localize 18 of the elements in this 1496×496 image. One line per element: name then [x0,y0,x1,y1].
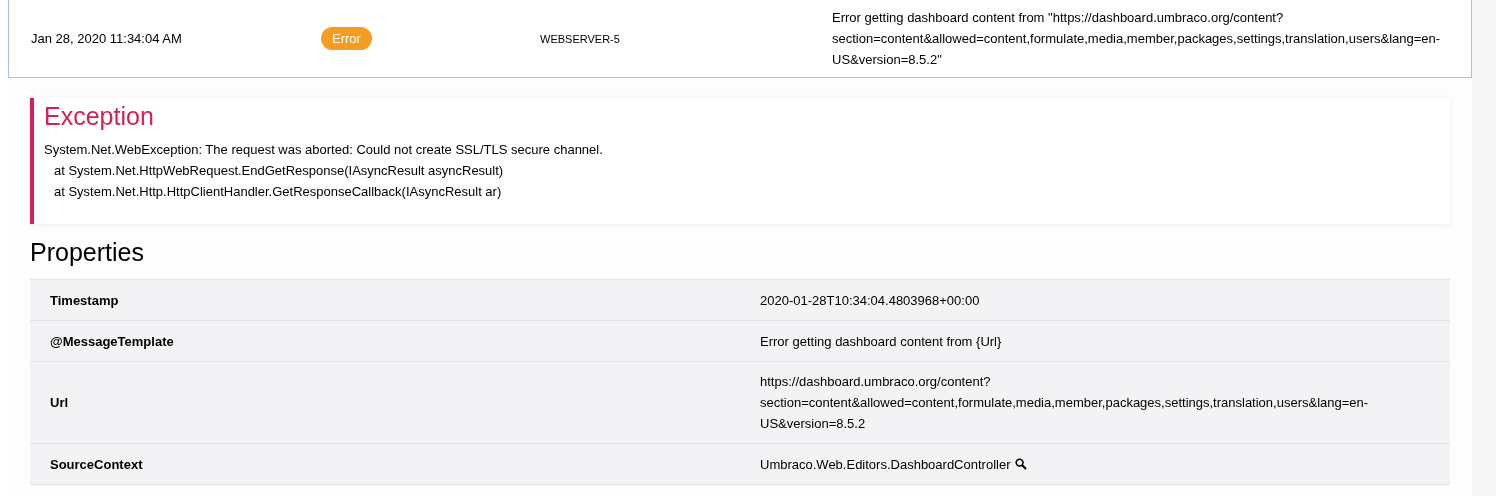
properties-heading: Properties [30,238,145,267]
stack-trace-line: System.Net.WebException: The request was aborted: Could not create SSL/TLS secure channel. [44,141,604,159]
property-name: Url [49,395,70,410]
timestamp-text: Jan 28, 2020 11:34:04 AM [31,31,183,46]
search-icon[interactable] [1015,457,1028,470]
property-value: Umbraco.Web.Editors.DashboardController [760,456,1011,472]
log-message: Error getting dashboard content from "https://dashboard.umbraco.org/content?section=content&allowed=content,formulate,media,member,packages,settings,translation,users&lang=en-US&version=8.5.2" [832,9,1442,69]
exception-title: Exception [44,102,155,131]
stack-trace-line: at System.Net.HttpWebRequest.EndGetResponse(IAsyncResult asyncResult) [53,162,505,180]
property-name: @MessageTemplate [49,333,175,349]
level-badge: Error [321,27,372,50]
stack-trace-line: at System.Net.Http.HttpClientHandler.GetResponseCallback(IAsyncResult ar) [53,183,503,201]
property-name: SourceContext [49,456,144,472]
property-value: https://dashboard.umbraco.org/content?section=content&allowed=content,formulate,media,member,packages,settings,translation,users&lang=en-US&version=8.5.2 [760,374,1369,431]
machine-name: WEBSERVER-5 [540,32,621,45]
property-value: 2020-01-28T10:34:04.4803968+00:00 [760,292,980,308]
property-value: Error getting dashboard content from {Url} [760,333,1002,349]
property-name: Timestamp [49,292,120,308]
